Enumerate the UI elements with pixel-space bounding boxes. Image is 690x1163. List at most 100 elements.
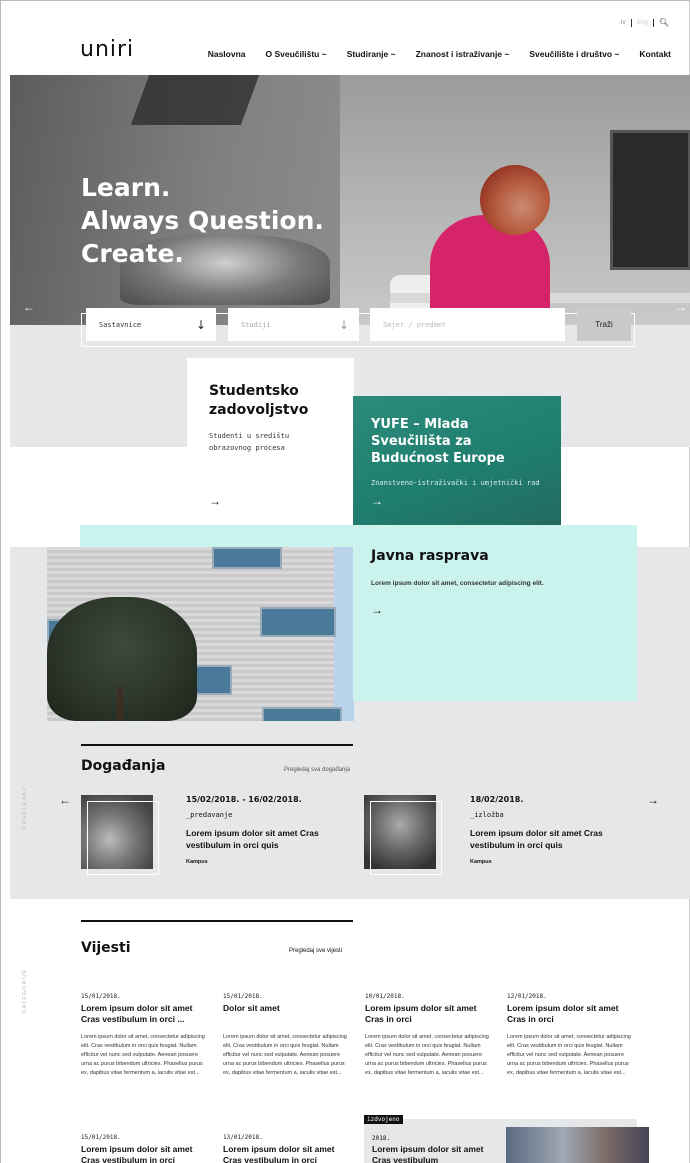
events-side-label[interactable]: PREGLEDAJ <box>22 787 28 829</box>
page: hr Eng 🔍︎ uniri Naslovna O Sveučilištu ~… <box>0 0 690 1163</box>
studiji-label: Studiji <box>241 320 271 329</box>
lang-hr-link[interactable]: hr <box>621 20 626 26</box>
news-item[interactable]: 15/01/2018. Lorem ipsum dolor sit amet C… <box>81 993 206 1078</box>
news-title[interactable]: Lorem ipsum dolor sit amet Cras vestibul… <box>81 1003 206 1025</box>
hero-lamp <box>130 75 260 125</box>
news-excerpt: Lorem ipsum dolor sit amet, consectetur … <box>223 1034 347 1076</box>
featured-title[interactable]: Lorem ipsum dolor sit amet Cras vestibul… <box>372 1144 497 1163</box>
card-javna-rasprava[interactable]: Javna rasprava Lorem ipsum dolor sit ame… <box>353 525 637 701</box>
sastavnice-select[interactable]: Sastavnice ↓ <box>86 308 216 341</box>
arrow-right-icon[interactable]: → <box>209 494 221 508</box>
card-subtitle: Studenti u središtu obrazovnog procesa <box>209 432 290 452</box>
arrow-down-icon: ↓ <box>195 317 206 332</box>
hero-next-arrow-icon[interactable]: → <box>675 300 687 314</box>
news-date: 15/01/2018. <box>81 1134 121 1141</box>
hero-line-3: Create. <box>81 239 184 268</box>
smjer-input[interactable]: Smjer / predmet <box>370 308 565 341</box>
card-title: Studentsko zadovoljstvo <box>209 383 309 418</box>
news-item[interactable]: 12/01/2018. Lorem ipsum dolor sit amet C… <box>507 993 632 1078</box>
photo-window <box>212 547 282 569</box>
main-nav: Naslovna O Sveučilištu ~ Studiranje ~ Zn… <box>208 49 671 59</box>
hero-monitor <box>610 130 690 270</box>
smjer-placeholder: Smjer / predmet <box>383 320 447 329</box>
nav-item-o-sveucilistu[interactable]: O Sveučilištu ~ <box>266 49 327 59</box>
news-date: 15/01/2018. <box>81 993 121 1000</box>
search-button[interactable]: Traži <box>577 308 631 341</box>
hero-prev-arrow-icon[interactable]: ← <box>23 300 35 314</box>
event-title[interactable]: Lorem ipsum dolor sit amet Cras vestibul… <box>470 827 620 851</box>
nav-item-znanost[interactable]: Znanost i istraživanje ~ <box>416 49 510 59</box>
news-date: 10/01/2018. <box>365 993 405 1000</box>
card-subtitle: Znanstveno-istraživački i umjetnički rad <box>371 479 540 487</box>
card-title: YUFE – Mlada Sveučilišta za Budućnost Eu… <box>371 417 505 466</box>
nav-item-naslovna[interactable]: Naslovna <box>208 49 246 59</box>
event-image[interactable] <box>364 795 442 875</box>
events-rule <box>81 744 353 746</box>
sastavnice-label: Sastavnice <box>99 320 142 329</box>
news-title[interactable]: Lorem ipsum dolor sit amet Cras vestibul… <box>81 1144 206 1163</box>
news-title[interactable]: Lorem ipsum dolor sit amet Cras vestibul… <box>223 1144 348 1163</box>
studiji-select[interactable]: Studiji ↓ <box>228 308 359 341</box>
photo-sky <box>334 547 354 721</box>
search-icon[interactable]: 🔍︎ <box>659 18 669 27</box>
news-item[interactable]: 13/01/2018. Lorem ipsum dolor sit amet C… <box>223 1134 348 1163</box>
events-prev-arrow-icon[interactable]: ← <box>59 793 71 807</box>
event-type: _izložba <box>470 811 504 819</box>
events-next-arrow-icon[interactable]: → <box>647 793 659 807</box>
featured-date: 2018. <box>372 1135 391 1142</box>
news-item[interactable]: 10/01/2018. Lorem ipsum dolor sit amet C… <box>365 993 490 1078</box>
event-image[interactable] <box>81 795 159 875</box>
featured-badge: izdvojeno <box>364 1115 403 1124</box>
news-title[interactable]: Lorem ipsum dolor sit amet Cras in orci <box>507 1003 632 1025</box>
hero-person-head <box>480 165 550 235</box>
news-item[interactable]: 15/01/2018. Dolor sit amet Lorem ipsum d… <box>223 993 348 1078</box>
card-studentsko-zadovoljstvo[interactable]: Studentsko zadovoljstvo Studenti u sredi… <box>187 358 354 526</box>
nav-item-kontakt[interactable]: Kontakt <box>639 49 671 59</box>
image-frame <box>370 801 442 875</box>
hero-headline: Learn. Always Question. Create. <box>81 171 324 270</box>
hero-line-1: Learn. <box>81 173 171 202</box>
arrow-down-icon: ↓ <box>338 317 349 332</box>
logo[interactable]: uniri <box>80 37 134 62</box>
divider <box>631 18 633 27</box>
news-side-label[interactable]: KATEGORIJE <box>22 969 28 1013</box>
news-title: Vijesti <box>81 940 131 956</box>
news-excerpt: Lorem ipsum dolor sit amet, consectetur … <box>81 1034 205 1076</box>
nav-item-sveuciliste-drustvo[interactable]: Sveučilište i društvo ~ <box>529 49 619 59</box>
news-item[interactable]: 15/01/2018. Lorem ipsum dolor sit amet C… <box>81 1134 206 1163</box>
card-description: Lorem ipsum dolor sit amet, consectetur … <box>371 580 544 587</box>
divider <box>652 18 654 27</box>
featured-photo[interactable] <box>506 1127 649 1163</box>
photo-trunk <box>117 687 123 721</box>
news-date: 12/01/2018. <box>507 993 547 1000</box>
news-rule <box>81 920 353 922</box>
event-type: _predavanje <box>186 811 233 819</box>
news-title[interactable]: Dolor sit amet <box>223 1003 348 1014</box>
event-location: Kampus <box>470 859 492 865</box>
card-yufe[interactable]: YUFE – Mlada Sveučilišta za Budućnost Eu… <box>353 396 561 526</box>
building-photo <box>47 547 354 721</box>
news-date: 13/01/2018. <box>223 1134 263 1141</box>
event-location: Kampus <box>186 859 208 865</box>
events-view-all-link[interactable]: Pregledaj sva događanja <box>284 767 350 773</box>
arrow-right-icon[interactable]: → <box>371 494 383 508</box>
lang-en-link[interactable]: Eng <box>637 20 648 26</box>
nav-item-studiranje[interactable]: Studiranje ~ <box>347 49 396 59</box>
hero-line-2: Always Question. <box>81 206 324 235</box>
photo-window <box>262 707 342 721</box>
events-title: Događanja <box>81 758 166 774</box>
news-excerpt: Lorem ipsum dolor sit amet, consectetur … <box>365 1034 489 1076</box>
event-date: 18/02/2018. <box>470 795 524 804</box>
news-title[interactable]: Lorem ipsum dolor sit amet Cras in orci <box>365 1003 490 1025</box>
news-date: 15/01/2018. <box>223 993 263 1000</box>
news-view-all-link[interactable]: Pregledaj sve vijesti <box>289 948 342 954</box>
card-title: Javna rasprava <box>371 548 489 564</box>
image-frame <box>87 801 159 875</box>
event-date: 15/02/2018. - 16/02/2018. <box>186 795 302 804</box>
language-switcher: hr Eng 🔍︎ <box>621 18 669 27</box>
arrow-right-icon[interactable]: → <box>371 603 383 617</box>
photo-window <box>260 607 336 637</box>
mint-strip <box>80 525 354 547</box>
news-excerpt: Lorem ipsum dolor sit amet, consectetur … <box>507 1034 631 1076</box>
event-title[interactable]: Lorem ipsum dolor sit amet Cras vestibul… <box>186 827 336 851</box>
